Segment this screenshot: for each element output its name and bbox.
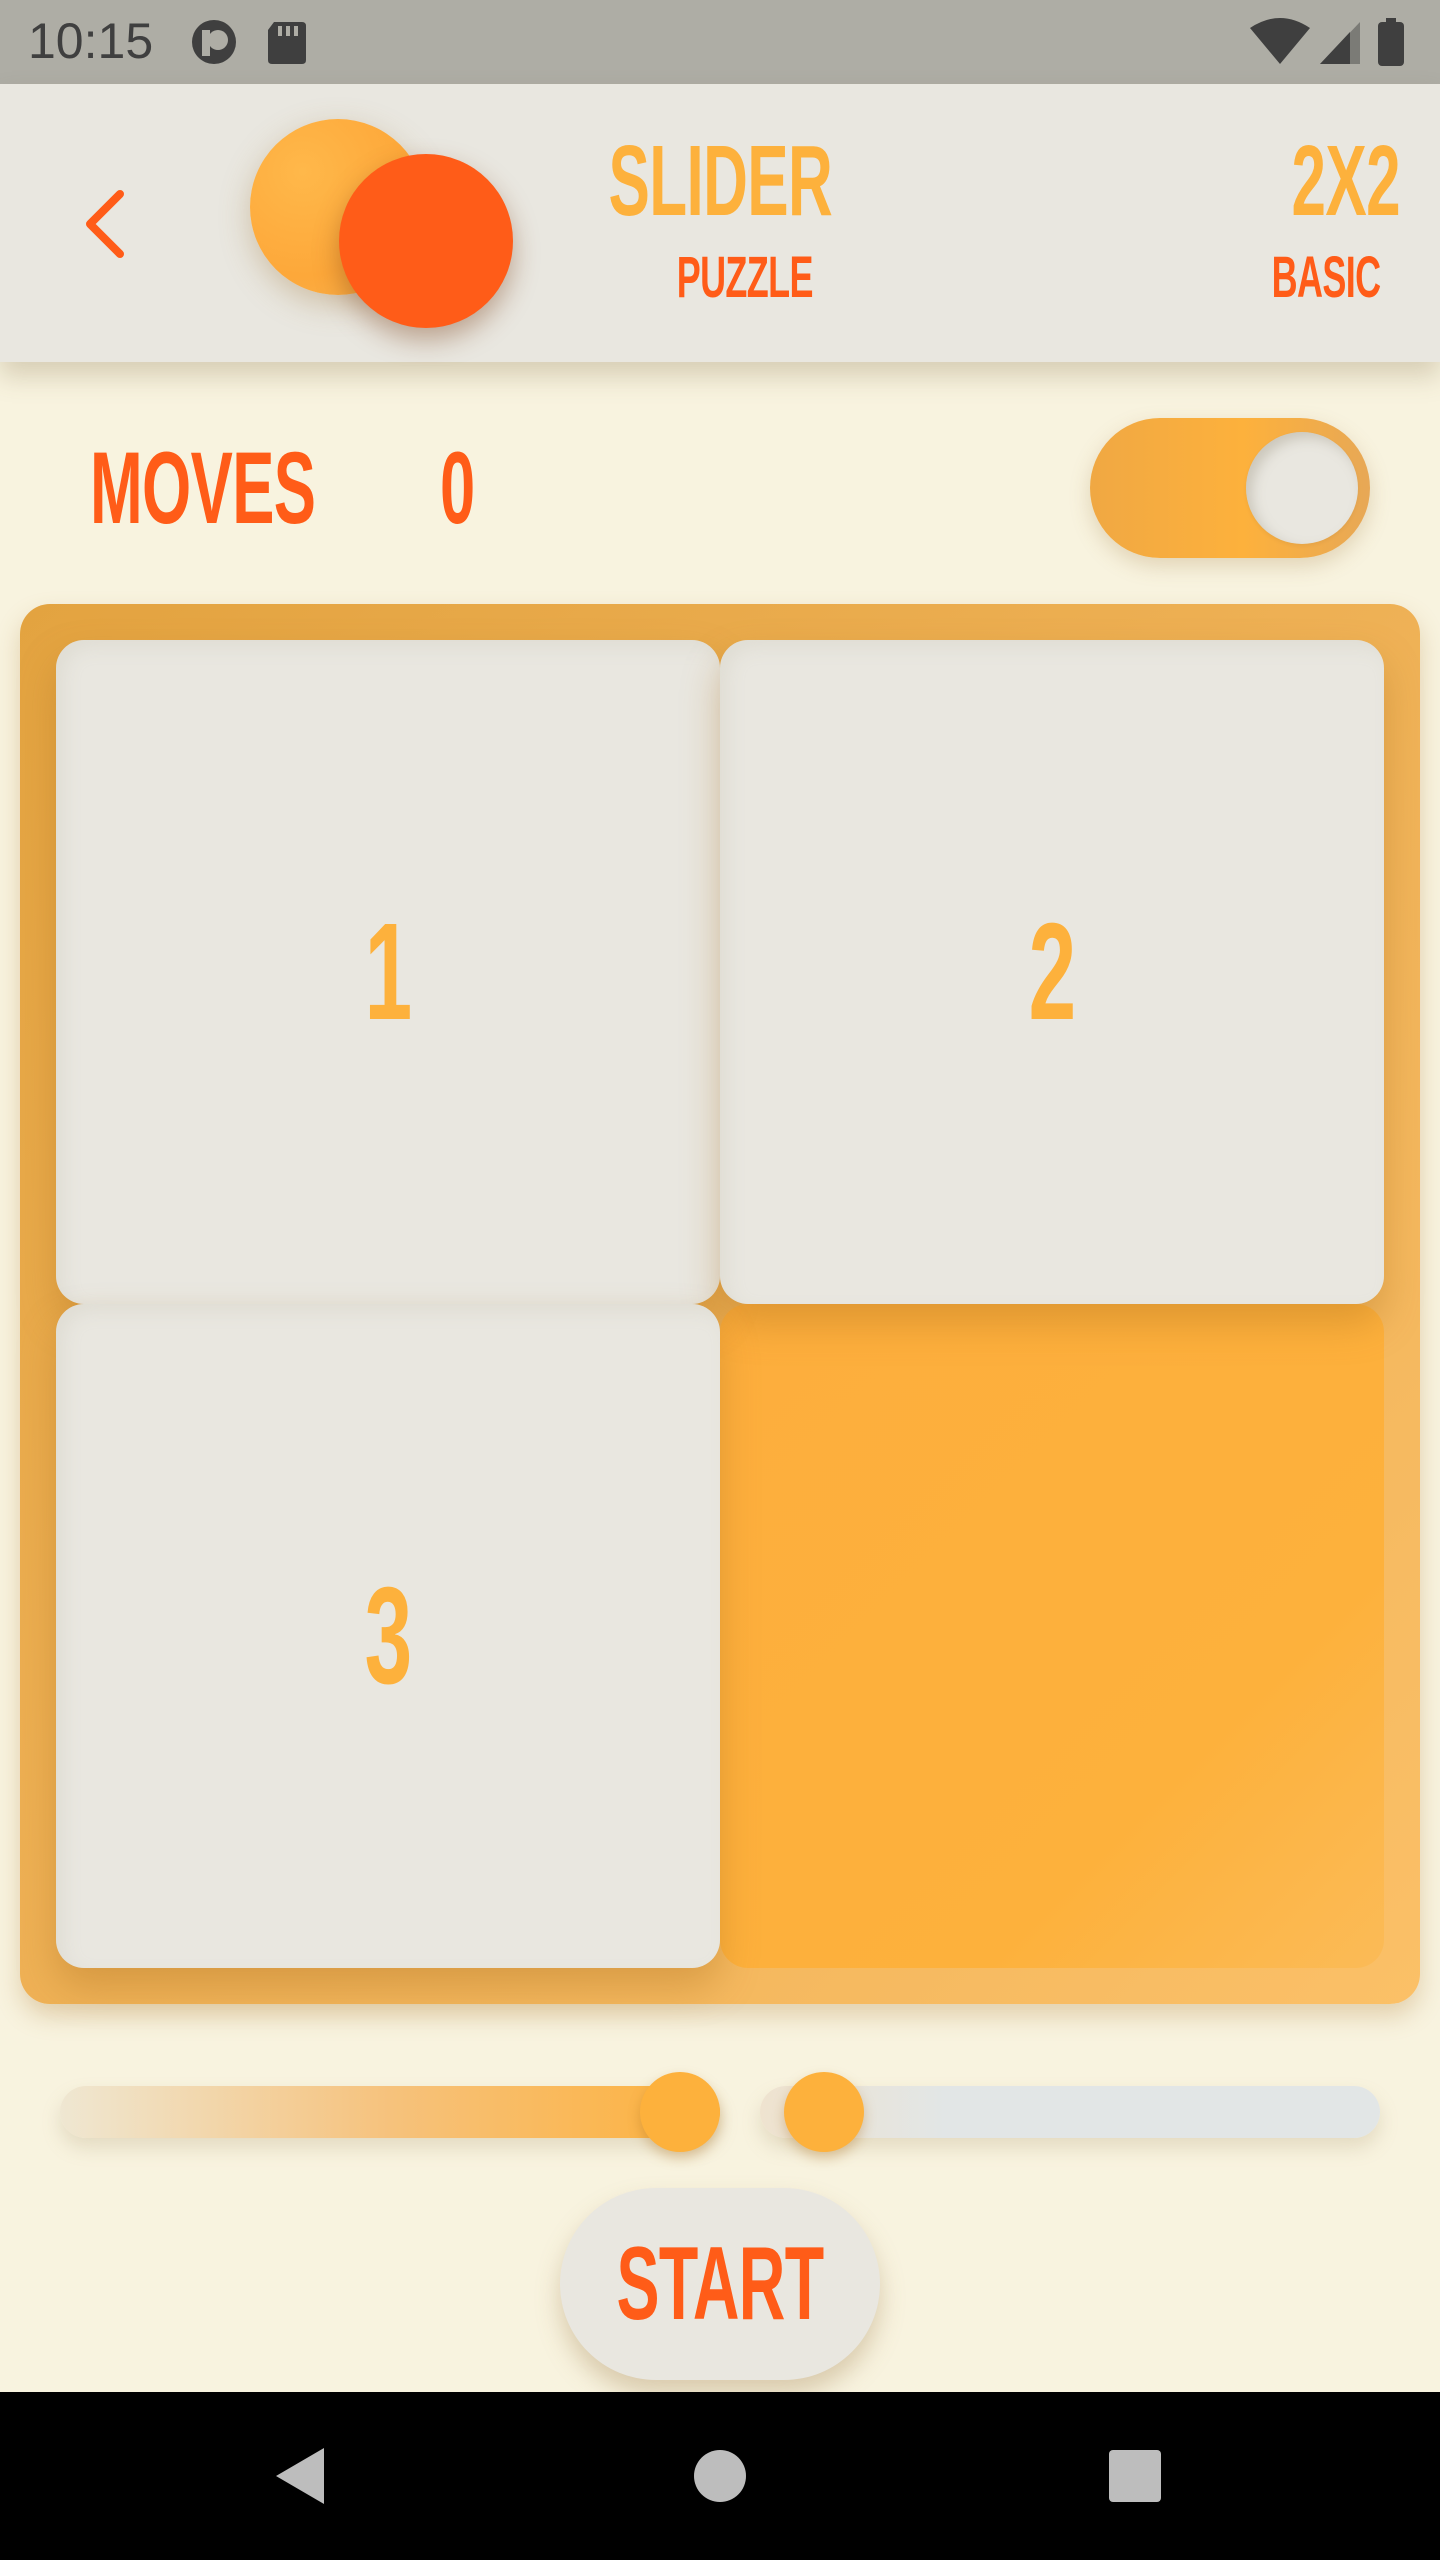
tile-3[interactable]: 3	[56, 1304, 720, 1968]
slider-left-thumb[interactable]	[640, 2072, 720, 2152]
app-subtitle-text: PUZZLE	[676, 245, 814, 310]
app-header: SLIDER PUZZLE 2X2 BASIC	[0, 84, 1440, 362]
app-title-text: SLIDER	[608, 125, 833, 237]
nav-recents-button[interactable]	[1095, 2436, 1175, 2516]
nav-back-button[interactable]	[260, 2436, 340, 2516]
navigation-bar	[0, 2392, 1440, 2560]
chevron-left-icon	[86, 190, 124, 258]
empty-slot	[720, 1304, 1384, 1968]
logo-orange-circle	[339, 154, 513, 328]
back-triangle-icon	[276, 2448, 324, 2504]
back-button[interactable]	[74, 184, 144, 264]
signal-icon	[1320, 22, 1360, 64]
app-logo	[245, 114, 525, 334]
recents-square-icon	[1109, 2450, 1161, 2502]
nav-home-button[interactable]	[680, 2436, 760, 2516]
home-circle-icon	[694, 2450, 746, 2502]
mode-toggle[interactable]	[1090, 418, 1370, 558]
notification-app-icon	[192, 20, 236, 64]
moves-counter-text: 0	[440, 431, 475, 545]
start-button-label: START	[616, 2225, 824, 2342]
wifi-icon	[1250, 18, 1310, 64]
battery-icon	[1378, 18, 1404, 66]
status-bar: 10:15	[0, 0, 1440, 84]
status-time: 10:15	[28, 13, 154, 69]
status-left-icons	[190, 18, 330, 73]
tile-2[interactable]: 2	[720, 640, 1384, 1304]
moves-label: MOVES	[90, 430, 390, 545]
tile-number: 2	[1028, 894, 1076, 1049]
grid-size-label[interactable]: 2X2	[1200, 124, 1401, 244]
tile-number: 3	[364, 1558, 412, 1713]
puzzle-board: 1 2 3	[20, 604, 1420, 2004]
app-subtitle: PUZZLE	[600, 244, 890, 314]
toggle-knob[interactable]	[1246, 432, 1358, 544]
moves-label-text: MOVES	[90, 431, 316, 545]
slider-left-track[interactable]	[60, 2086, 720, 2138]
status-right-icons	[1250, 18, 1420, 73]
tile-1[interactable]: 1	[56, 640, 720, 1304]
tile-number: 1	[364, 894, 412, 1049]
app-title: SLIDER	[540, 124, 880, 244]
difficulty-label[interactable]: BASIC	[1180, 244, 1380, 314]
grid-size-text: 2X2	[1291, 125, 1401, 237]
slider-right-thumb[interactable]	[784, 2072, 864, 2152]
sd-card-icon	[268, 22, 306, 64]
moves-counter: 0	[440, 430, 540, 545]
start-button[interactable]: START	[560, 2188, 880, 2380]
difficulty-text: BASIC	[1271, 245, 1380, 310]
